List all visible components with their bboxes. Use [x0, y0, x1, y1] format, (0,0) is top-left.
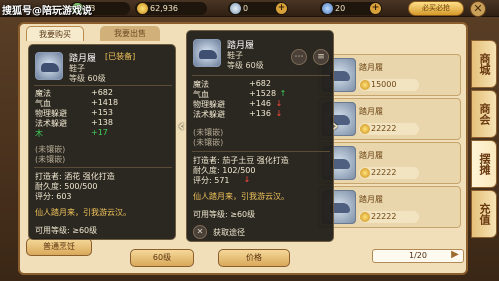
- price-sort-button[interactable]: 价格: [218, 249, 290, 267]
- silver-icon: [230, 3, 241, 14]
- flavor-text: 仙人踏月来，引我游云汉。: [35, 208, 131, 217]
- resource-coins: 62,936: [135, 2, 207, 15]
- stat-value: +136: [249, 109, 271, 118]
- gold-shop-button[interactable]: 必买必抢: [408, 1, 464, 16]
- item-level: 等级 60级: [69, 74, 106, 83]
- coin-icon: [360, 80, 370, 90]
- stat-value: +1418: [91, 98, 119, 107]
- item-level: 等级 60级: [227, 61, 264, 70]
- close-button[interactable]: ✕: [470, 1, 486, 17]
- stat-value: +146: [249, 99, 271, 108]
- watermark: 搜狐号@陪玩游戏说: [2, 6, 92, 17]
- listing-item[interactable]: 踏月履 22222: [318, 142, 461, 184]
- flavor-text: 仙人踏月来，引我游云汉。: [193, 192, 289, 201]
- stat-label: 法术躲避: [193, 110, 225, 119]
- resource-silver: 0 +: [228, 2, 288, 15]
- score: 评分: 603: [35, 192, 72, 201]
- level-filter-dropdown[interactable]: 60级: [130, 249, 194, 267]
- get-route-link[interactable]: 获取途径: [213, 227, 245, 238]
- coin-icon: [360, 168, 370, 178]
- down-arrow-icon: ↓: [275, 99, 283, 108]
- shoe-icon: [35, 52, 63, 80]
- stat-label: 木: [35, 129, 43, 138]
- down-arrow-icon: ↓: [275, 109, 283, 118]
- listing-price: 22222: [359, 211, 419, 223]
- score: 评分: 571: [193, 176, 230, 185]
- share-icon[interactable]: ⋯: [291, 49, 307, 65]
- shoe-icon: [193, 39, 221, 67]
- coin-icon: [137, 3, 148, 14]
- tab-sell[interactable]: 我要出售: [100, 26, 160, 41]
- add-points-button[interactable]: +: [370, 3, 381, 14]
- listing-price: 22222: [359, 167, 419, 179]
- side-tab-stall[interactable]: 摆摊: [471, 140, 497, 188]
- stat-value: +1528: [249, 89, 277, 98]
- stat-value: +682: [91, 88, 113, 97]
- stat-value: +153: [91, 108, 113, 117]
- side-tab-recharge[interactable]: 充值: [471, 190, 497, 238]
- tab-buy[interactable]: 我要购买: [26, 26, 84, 41]
- usable-level: 可用等级: ≥60级: [193, 210, 256, 219]
- stat-value: +138: [91, 118, 113, 127]
- points-icon: [322, 3, 333, 14]
- socket-slot: (未镶嵌): [35, 155, 66, 164]
- stat-value: +682: [249, 79, 271, 88]
- listing-item[interactable]: 踏月履 22222: [318, 186, 461, 228]
- equipped-badge: [已装备]: [105, 52, 136, 61]
- coin-icon: [360, 124, 370, 134]
- category-button[interactable]: 普通烹饪: [26, 238, 92, 256]
- up-arrow-icon: ↑: [279, 89, 287, 98]
- listing-item[interactable]: 踏月履 22222: [318, 98, 461, 140]
- side-tab-mall[interactable]: 商城: [471, 40, 497, 88]
- prev-item-arrow[interactable]: ‹: [178, 116, 185, 135]
- next-item-arrow[interactable]: ›: [332, 116, 339, 135]
- coin-icon: [360, 212, 370, 222]
- add-silver-button[interactable]: +: [276, 3, 287, 14]
- listing-price: 15000: [359, 79, 419, 91]
- compare-item-tooltip: 踏月履 鞋子 等级 60级 ⋯ ≡ 魔法 +682 气血 +1528 ↑ 物理躲…: [186, 30, 334, 242]
- resource-points: 20 +: [320, 2, 382, 15]
- next-page-button[interactable]: ▶: [448, 249, 462, 263]
- listing-price: 22222: [359, 123, 419, 135]
- close-icon[interactable]: ✕: [193, 225, 207, 239]
- side-tab-guild[interactable]: 商会: [471, 90, 497, 138]
- socket-slot: (未镶嵌): [193, 138, 224, 147]
- stat-value: +17: [91, 128, 108, 137]
- listing-item[interactable]: 踏月履 15000: [318, 54, 461, 96]
- usable-level: 可用等级: ≥60级: [35, 226, 98, 235]
- down-arrow-icon: ↓: [243, 175, 251, 184]
- detail-icon[interactable]: ≡: [313, 49, 329, 65]
- equipped-item-tooltip: 踏月履 [已装备] 鞋子 等级 60级 魔法 +682 气血 +1418 物理躲…: [28, 44, 176, 240]
